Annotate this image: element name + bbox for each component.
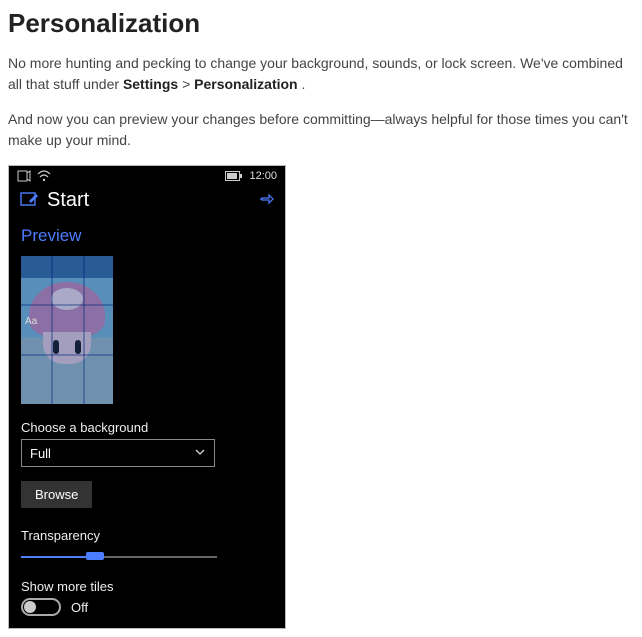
- chevron-down-icon: [194, 446, 206, 461]
- background-select[interactable]: Full: [21, 439, 215, 467]
- status-bar: 12:00: [9, 166, 285, 185]
- background-select-value: Full: [30, 446, 51, 461]
- title-bar: Start: [9, 185, 285, 220]
- preview-thumbnail: Aa: [21, 256, 113, 404]
- preview-heading: Preview: [21, 226, 273, 246]
- battery-icon: [225, 171, 243, 181]
- nfc-icon: [17, 170, 31, 182]
- phone-screenshot: 12:00 Start Preview Aa Choose a backgrou…: [8, 165, 286, 629]
- pin-icon[interactable]: [259, 191, 275, 210]
- show-more-tiles-label: Show more tiles: [21, 579, 273, 594]
- personalize-icon: [19, 189, 39, 212]
- preview-sample-text: Aa: [25, 316, 37, 327]
- status-time: 12:00: [249, 170, 277, 182]
- transparency-label: Transparency: [21, 528, 273, 543]
- screen-title: Start: [47, 189, 89, 212]
- p1-personalization: Personalization: [194, 76, 297, 92]
- wifi-icon: [37, 170, 51, 182]
- browse-button[interactable]: Browse: [21, 481, 92, 508]
- show-more-tiles-state: Off: [71, 600, 88, 615]
- p1-sep: >: [182, 76, 194, 92]
- p1-text-a: No more hunting and pecking to change yo…: [8, 55, 623, 92]
- p1-settings: Settings: [123, 76, 178, 92]
- page-title: Personalization: [8, 8, 634, 39]
- transparency-slider[interactable]: [21, 547, 217, 567]
- show-more-tiles-toggle[interactable]: [21, 598, 61, 616]
- intro-paragraph-1: No more hunting and pecking to change yo…: [8, 53, 634, 95]
- choose-background-label: Choose a background: [21, 420, 273, 435]
- p1-text-c: .: [302, 76, 306, 92]
- intro-paragraph-2: And now you can preview your changes bef…: [8, 109, 634, 151]
